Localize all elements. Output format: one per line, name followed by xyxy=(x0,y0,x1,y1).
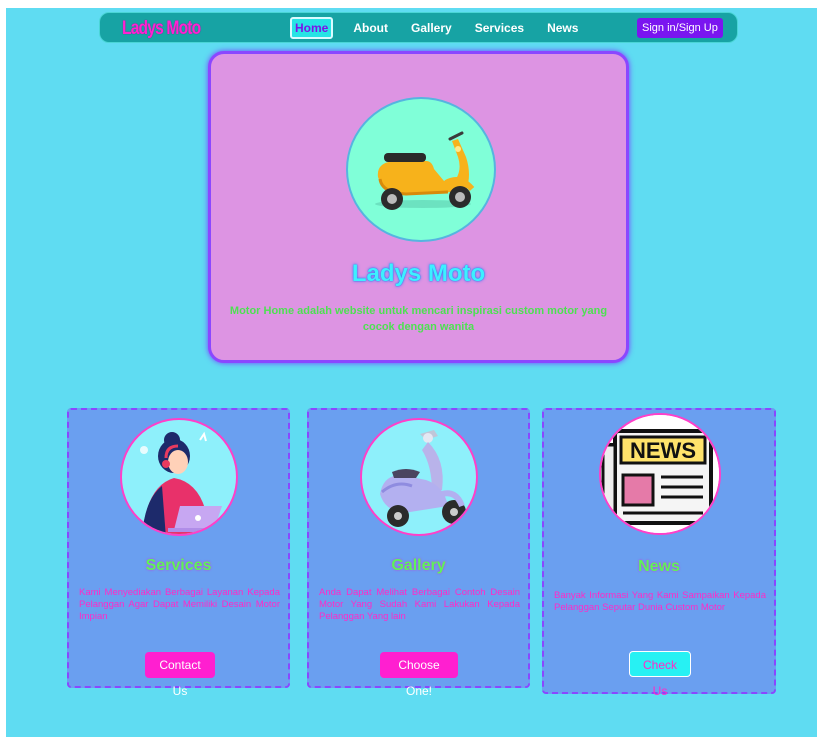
gallery-card: Gallery Anda Dapat Melihat Berbagai Cont… xyxy=(307,408,530,698)
hero-card: Ladys Moto Motor Home adalah website unt… xyxy=(208,51,629,363)
check-us-button[interactable]: Check Us xyxy=(629,651,691,698)
services-card: Services Kami Menyediakan Berbagai Layan… xyxy=(67,408,290,698)
newspaper-icon: NEWS xyxy=(599,413,721,535)
nav-links: Home About Gallery Services News xyxy=(290,17,598,39)
vespa-illustration xyxy=(360,418,478,536)
nav-link-about[interactable]: About xyxy=(350,18,391,38)
news-text: Banyak Informasi Yang Kami Sampaikan Kep… xyxy=(554,590,766,613)
nav-link-gallery[interactable]: Gallery xyxy=(408,18,455,38)
scooter-illustration xyxy=(346,97,496,242)
nav-link-home[interactable]: Home xyxy=(290,17,334,39)
nav-link-news[interactable]: News xyxy=(544,18,581,38)
contact-us-button[interactable]: Contact Us xyxy=(145,652,215,698)
gallery-title: Gallery xyxy=(391,557,446,574)
news-card: NEWS News Banyak Informasi Yang Kami Sam… xyxy=(542,408,776,698)
services-text: Kami Menyediakan Berbagai Layanan Kepada… xyxy=(79,587,280,622)
services-title: Services xyxy=(145,557,212,574)
brand-logo[interactable]: Ladys Moto xyxy=(122,18,201,40)
news-title: News xyxy=(638,558,680,575)
hero-description: Motor Home adalah website untuk mencari … xyxy=(229,305,608,333)
nav-link-services[interactable]: Services xyxy=(472,18,527,38)
choose-one-button[interactable]: Choose One! xyxy=(380,652,458,698)
signin-button[interactable]: Sign in/Sign Up xyxy=(637,18,723,38)
gallery-text: Anda Dapat Melihat Berbagai Contoh Desai… xyxy=(319,587,520,622)
hero-title: Ladys Moto xyxy=(351,260,486,287)
svg-text:NEWS: NEWS xyxy=(630,438,696,463)
navbar: Ladys Moto Home About Gallery Services N… xyxy=(99,12,738,43)
customer-service-illustration xyxy=(120,418,238,536)
